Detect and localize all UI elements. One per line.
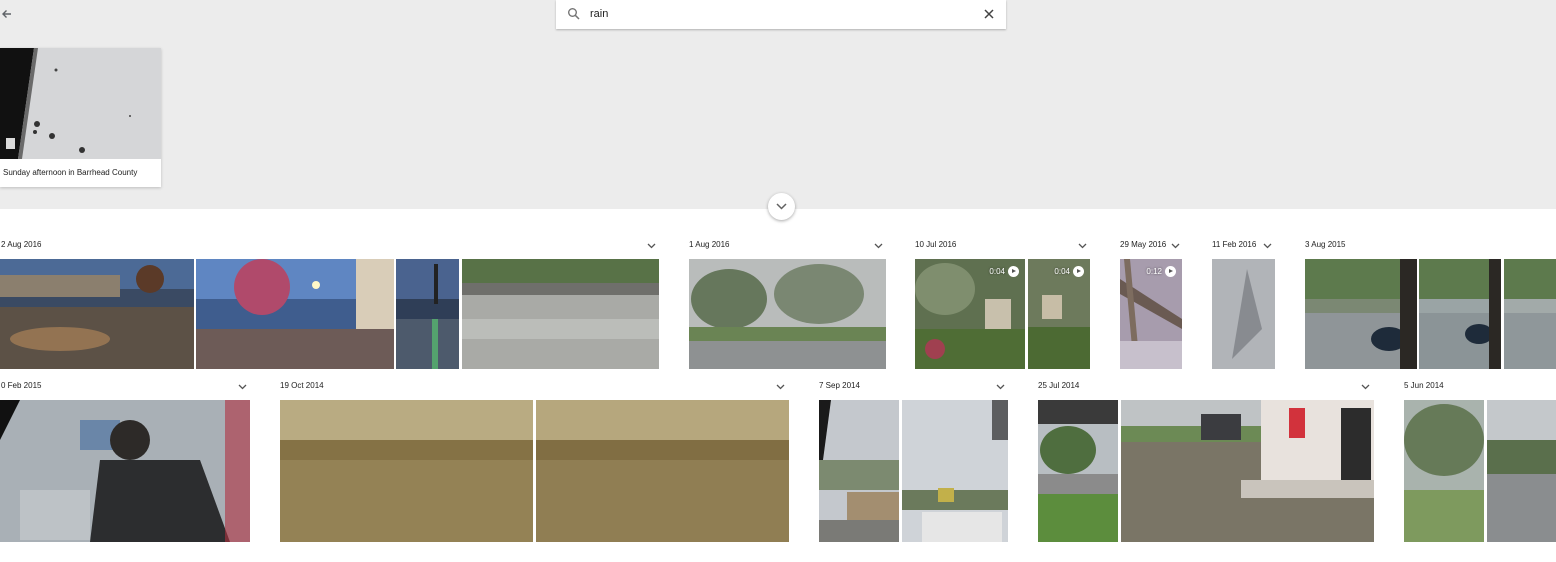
photo-thumbnail[interactable] [819,400,899,542]
video-thumbnail[interactable]: 0:04 [915,259,1025,369]
play-icon [1165,266,1176,277]
date-label: 1 Aug 2016 [689,240,730,249]
date-label: 7 Sep 2014 [819,381,860,390]
album-title: Sunday afternoon in Barrhead County [3,168,138,177]
photo-thumbnail[interactable] [1404,400,1484,542]
photo-thumbnail[interactable] [902,400,1008,542]
photo-thumbnail[interactable] [196,259,394,369]
date-label: 11 Feb 2016 [1212,240,1257,249]
date-label: 10 Jul 2016 [915,240,957,249]
chevron-down-icon[interactable] [1361,384,1370,390]
date-label: 25 Jul 2014 [1038,381,1080,390]
search-input[interactable] [590,5,950,23]
video-duration-text: 0:12 [1146,267,1162,276]
photo-thumbnail[interactable] [689,259,886,369]
photo-thumbnail[interactable] [280,400,533,542]
date-label: 19 Oct 2014 [280,381,324,390]
photo-thumbnail[interactable] [536,400,789,542]
video-duration-text: 0:04 [989,267,1005,276]
chevron-down-icon[interactable] [776,384,785,390]
search-results-header-area [0,0,1556,209]
play-icon [1008,266,1019,277]
photo-thumbnail[interactable] [1212,259,1275,369]
date-label: 3 Aug 2015 [1305,240,1346,249]
photo-thumbnail[interactable] [1038,400,1118,542]
album-card[interactable]: Sunday afternoon in Barrhead County [0,48,161,187]
photo-thumbnail[interactable] [1121,400,1374,542]
chevron-down-icon [776,203,787,210]
video-thumbnail[interactable]: 0:04 [1028,259,1090,369]
photo-thumbnail[interactable] [1487,400,1556,542]
video-duration: 0:04 [1054,266,1084,277]
date-label: 2 Aug 2016 [1,240,42,249]
video-duration-text: 0:04 [1054,267,1070,276]
play-icon [1073,266,1084,277]
chevron-down-icon[interactable] [1263,243,1272,249]
chevron-down-icon[interactable] [1078,243,1087,249]
photo-thumbnail[interactable] [1504,259,1556,369]
search-bar [556,0,1006,29]
date-label: 29 May 2016 [1120,240,1167,249]
photo-thumbnail[interactable] [462,259,659,369]
chevron-down-icon[interactable] [996,384,1005,390]
photo-thumbnail[interactable] [0,259,194,369]
close-icon[interactable] [982,7,996,21]
photo-thumbnail[interactable] [1419,259,1501,369]
chevron-down-icon[interactable] [238,384,247,390]
photo-thumbnail[interactable] [0,400,250,542]
arrow-left-icon [2,10,11,18]
video-duration: 0:04 [989,266,1019,277]
photo-thumbnail[interactable] [396,259,459,369]
video-thumbnail[interactable]: 0:12 [1120,259,1182,369]
chevron-down-icon[interactable] [874,243,883,249]
video-duration: 0:12 [1146,266,1176,277]
date-label: 0 Feb 2015 [1,381,42,390]
chevron-down-icon[interactable] [1171,243,1180,249]
back-button[interactable] [0,6,14,22]
collapse-button[interactable] [768,193,795,220]
photo-thumbnail[interactable] [1305,259,1417,369]
album-cover-image [0,48,161,159]
chevron-down-icon[interactable] [647,243,656,249]
date-label: 5 Jun 2014 [1404,381,1444,390]
search-icon [568,8,580,20]
